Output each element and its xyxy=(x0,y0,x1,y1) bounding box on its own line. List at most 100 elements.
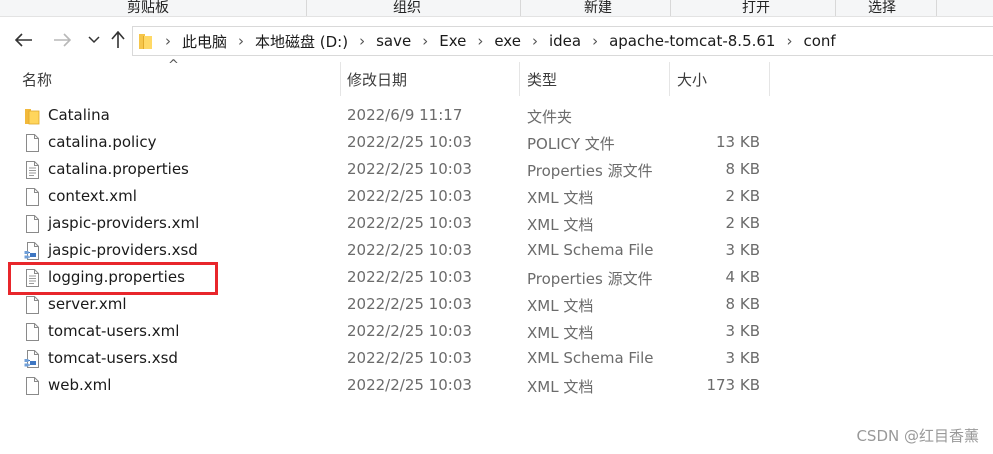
file-name: catalina.properties xyxy=(48,160,189,178)
file-list: Catalina 2022/6/9 11:17 文件夹 catalina.pol… xyxy=(0,103,993,400)
column-name[interactable]: 名称 xyxy=(22,69,52,90)
file-row-web-xml[interactable]: web.xml 2022/2/25 10:03 XML 文档 173 KB xyxy=(0,373,993,400)
ribbon-separator xyxy=(835,0,836,16)
ribbon-separator xyxy=(936,0,937,16)
breadcrumb-idea[interactable]: idea xyxy=(549,32,581,50)
breadcrumb-exe-upper[interactable]: Exe xyxy=(439,32,466,50)
file-type: XML 文档 xyxy=(527,324,594,342)
file-icon xyxy=(26,188,39,206)
breadcrumb-separator[interactable]: › xyxy=(165,32,171,50)
breadcrumb-separator[interactable]: › xyxy=(592,32,598,50)
folder-icon xyxy=(25,109,40,125)
ribbon-group-new: 新建 xyxy=(584,0,612,16)
ribbon-group-organize: 组织 xyxy=(393,0,421,16)
file-size: 3 KB xyxy=(725,349,760,367)
file-row-tomcat-users-xml[interactable]: tomcat-users.xml 2022/2/25 10:03 XML 文档 … xyxy=(0,319,993,346)
file-name: Catalina xyxy=(48,106,110,124)
file-type: XML 文档 xyxy=(527,189,594,207)
text-file-icon xyxy=(26,161,39,179)
file-modified: 2022/2/25 10:03 xyxy=(347,295,472,313)
navigation-bar: › 此电脑 › 本地磁盘 (D:) › save › Exe › exe › i… xyxy=(0,24,993,56)
file-size: 173 KB xyxy=(706,376,760,394)
file-name: server.xml xyxy=(48,295,127,313)
ribbon-separator xyxy=(670,0,671,16)
chevron-down-icon xyxy=(88,36,100,44)
file-type: XML 文档 xyxy=(527,216,594,234)
file-modified: 2022/2/25 10:03 xyxy=(347,133,472,151)
breadcrumb-separator[interactable]: › xyxy=(238,32,244,50)
file-name: tomcat-users.xsd xyxy=(48,349,178,367)
breadcrumb-save[interactable]: save xyxy=(376,32,411,50)
breadcrumb-separator[interactable]: › xyxy=(359,32,365,50)
column-type[interactable]: 类型 xyxy=(527,69,557,90)
breadcrumb-exe[interactable]: exe xyxy=(494,32,521,50)
file-modified: 2022/2/25 10:03 xyxy=(347,349,472,367)
schema-file-icon xyxy=(24,242,39,260)
address-bar[interactable]: › 此电脑 › 本地磁盘 (D:) › save › Exe › exe › i… xyxy=(132,26,993,56)
file-name: web.xml xyxy=(48,376,112,394)
breadcrumb-separator[interactable]: › xyxy=(786,32,792,50)
file-row-jaspic-providers-xsd[interactable]: jaspic-providers.xsd 2022/2/25 10:03 XML… xyxy=(0,238,993,265)
file-type: XML 文档 xyxy=(527,297,594,315)
column-divider[interactable] xyxy=(769,62,770,96)
file-icon xyxy=(26,323,39,341)
column-divider[interactable] xyxy=(519,62,520,96)
ribbon-group-clipboard: 剪贴板 xyxy=(127,0,169,16)
arrow-up-icon xyxy=(111,31,125,48)
breadcrumb-tomcat[interactable]: apache-tomcat-8.5.61 xyxy=(609,32,775,50)
ribbon-group-select: 选择 xyxy=(868,0,896,16)
forward-button[interactable] xyxy=(50,28,74,52)
file-icon xyxy=(26,215,39,233)
file-row-server-xml[interactable]: server.xml 2022/2/25 10:03 XML 文档 8 KB xyxy=(0,292,993,319)
file-name: context.xml xyxy=(48,187,137,205)
file-modified: 2022/2/25 10:03 xyxy=(347,214,472,232)
arrow-left-icon xyxy=(15,33,32,47)
file-modified: 2022/2/25 10:03 xyxy=(347,160,472,178)
file-modified: 2022/2/25 10:03 xyxy=(347,187,472,205)
schema-file-icon xyxy=(24,350,39,368)
file-icon xyxy=(26,134,39,152)
back-button[interactable] xyxy=(12,28,36,52)
ribbon-separator xyxy=(306,0,307,16)
annotation-highlight-box xyxy=(8,262,218,295)
file-type: Properties 源文件 xyxy=(527,270,653,288)
file-name: tomcat-users.xml xyxy=(48,322,180,340)
watermark: CSDN @红目香薰 xyxy=(856,427,979,445)
breadcrumb-drive-d[interactable]: 本地磁盘 (D:) xyxy=(255,31,348,52)
breadcrumb-separator[interactable]: › xyxy=(422,32,428,50)
file-type: XML 文档 xyxy=(527,378,594,396)
recent-locations-button[interactable] xyxy=(82,28,106,52)
file-name: catalina.policy xyxy=(48,133,157,151)
file-size: 4 KB xyxy=(725,268,760,286)
file-size: 2 KB xyxy=(725,187,760,205)
column-divider[interactable] xyxy=(340,62,341,96)
sort-ascending-icon: ^ xyxy=(168,58,179,73)
column-modified[interactable]: 修改日期 xyxy=(347,69,407,90)
file-row-catalina-policy[interactable]: catalina.policy 2022/2/25 10:03 POLICY 文… xyxy=(0,130,993,157)
file-type: Properties 源文件 xyxy=(527,162,653,180)
breadcrumb-separator[interactable]: › xyxy=(532,32,538,50)
file-row-jaspic-providers-xml[interactable]: jaspic-providers.xml 2022/2/25 10:03 XML… xyxy=(0,211,993,238)
file-size: 2 KB xyxy=(725,214,760,232)
ribbon-separator xyxy=(520,0,521,16)
file-name: jaspic-providers.xsd xyxy=(48,241,198,259)
file-row-catalina[interactable]: Catalina 2022/6/9 11:17 文件夹 xyxy=(0,103,993,130)
column-size[interactable]: 大小 xyxy=(677,69,707,90)
file-size: 3 KB xyxy=(725,322,760,340)
breadcrumb-this-pc[interactable]: 此电脑 xyxy=(182,31,227,52)
breadcrumb-conf[interactable]: conf xyxy=(803,32,835,50)
file-modified: 2022/2/25 10:03 xyxy=(347,376,472,394)
arrow-right-icon xyxy=(54,33,71,47)
file-type: XML Schema File xyxy=(527,349,654,367)
breadcrumb-separator[interactable]: › xyxy=(477,32,483,50)
file-row-catalina-properties[interactable]: catalina.properties 2022/2/25 10:03 Prop… xyxy=(0,157,993,184)
file-name: jaspic-providers.xml xyxy=(48,214,200,232)
file-row-context-xml[interactable]: context.xml 2022/2/25 10:03 XML 文档 2 KB xyxy=(0,184,993,211)
file-size: 13 KB xyxy=(716,133,760,151)
up-button[interactable] xyxy=(106,28,130,52)
file-row-tomcat-users-xsd[interactable]: tomcat-users.xsd 2022/2/25 10:03 XML Sch… xyxy=(0,346,993,373)
column-divider[interactable] xyxy=(669,62,670,96)
file-size: 3 KB xyxy=(725,241,760,259)
ribbon-group-labels: 剪贴板 组织 新建 打开 选择 xyxy=(0,0,993,17)
file-type: 文件夹 xyxy=(527,108,573,126)
